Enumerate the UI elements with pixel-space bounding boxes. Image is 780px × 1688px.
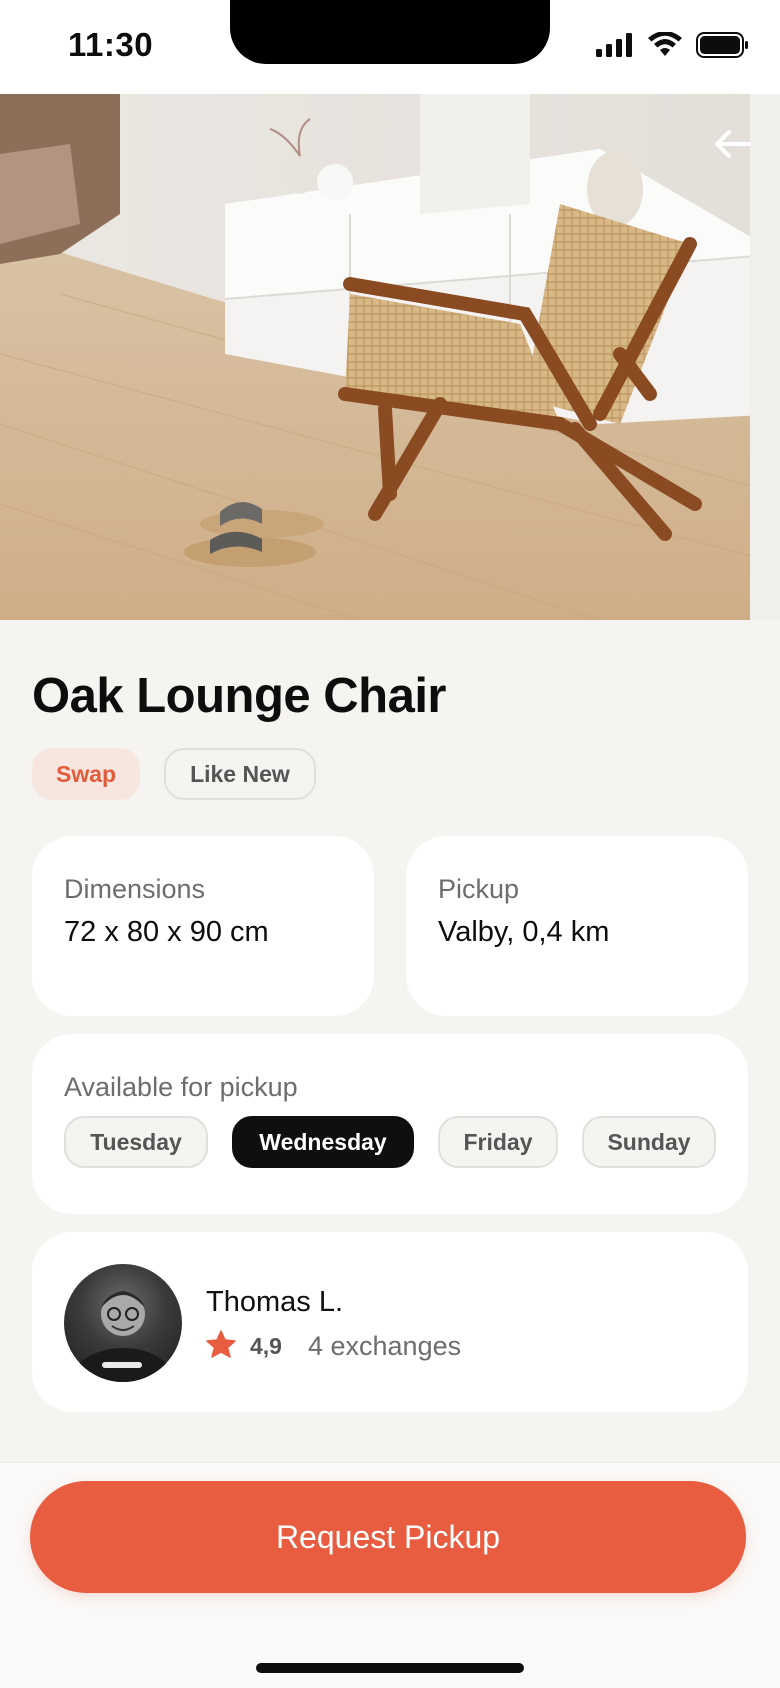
day-tuesday[interactable]: Tuesday — [64, 1116, 208, 1168]
day-options: Tuesday Wednesday Friday Sunday — [64, 1116, 716, 1168]
listing-photo — [0, 94, 780, 620]
status-bar: 11:30 — [0, 0, 780, 94]
pickup-label: Pickup — [438, 874, 520, 904]
availability-card: Available for pickup Tuesday Wednesday F… — [32, 1034, 748, 1214]
dimensions-label: Dimensions — [64, 874, 206, 904]
dimensions-value: 72 x 80 x 90 cm — [64, 916, 269, 948]
bottom-action-bar: Request Pickup — [0, 1462, 780, 1688]
day-friday[interactable]: Friday — [438, 1116, 558, 1168]
listing-title: Oak Lounge Chair — [32, 669, 447, 723]
arrow-left-icon — [713, 128, 751, 165]
pickup-card: Pickup Valby, 0,4 km — [406, 836, 748, 1016]
device-notch — [230, 0, 550, 64]
tag-swap: Swap — [32, 748, 141, 800]
request-pickup-button[interactable]: Request Pickup — [30, 1481, 746, 1593]
seller-meta: 4,9 4 exchanges — [206, 1330, 461, 1363]
seller-card[interactable]: Thomas L. 4,9 4 exchanges — [32, 1232, 748, 1412]
status-time: 11:30 — [68, 26, 154, 63]
avatar — [64, 1264, 182, 1382]
back-button[interactable] — [704, 118, 760, 174]
seller-exchanges: 4 exchanges — [307, 1331, 462, 1361]
dimensions-card: Dimensions 72 x 80 x 90 cm — [32, 836, 374, 1016]
star-icon — [206, 1330, 236, 1363]
status-icons — [596, 31, 750, 63]
chair-photo-illustration — [0, 94, 780, 620]
day-wednesday[interactable]: Wednesday — [232, 1116, 414, 1168]
availability-label: Available for pickup — [64, 1072, 298, 1102]
listing-tags: Swap Like New — [32, 748, 316, 800]
seller-rating: 4,9 — [250, 1333, 282, 1359]
seller-name: Thomas L. — [206, 1286, 343, 1318]
cellular-signal-icon — [596, 33, 634, 62]
tag-condition: Like New — [164, 748, 316, 800]
pickup-value: Valby, 0,4 km — [438, 916, 610, 948]
day-sunday[interactable]: Sunday — [582, 1116, 716, 1168]
battery-icon — [696, 32, 750, 63]
home-indicator — [256, 1663, 524, 1673]
wifi-icon — [648, 31, 682, 63]
